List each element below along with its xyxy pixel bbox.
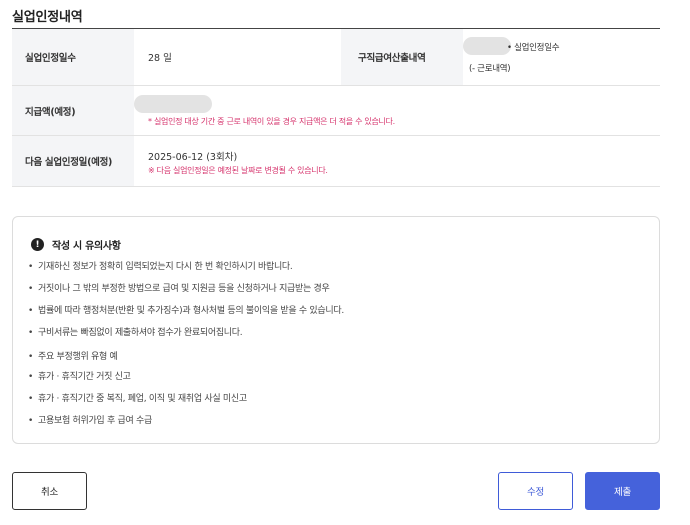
- table-row: 실업인정일수 28 일 구직급여산출내역 • 실업인정일수 (- 근로내역): [12, 29, 660, 86]
- table-row: 다음 실업인정일(예정) 2025-06-12 (3회차) ※ 다음 실업인정일…: [12, 136, 660, 187]
- table-row: 지급액(예정) * 실업인정 대상 기간 중 근로 내역이 있을 경우 지급액은…: [12, 86, 660, 136]
- next-recognition-date-value: 2025-06-12 (3회차): [148, 152, 238, 163]
- list-item: • 휴가 · 휴직기간 거짓 신고: [28, 372, 131, 382]
- payment-warning: * 실업인정 대상 기간 중 근로 내역이 있을 경우 지급액은 더 적을 수 …: [148, 117, 395, 126]
- benefit-calculation-label: 구직급여산출내역: [341, 29, 463, 85]
- submit-button[interactable]: 제출: [585, 472, 660, 510]
- next-recognition-date-label: 다음 실업인정일(예정): [12, 136, 134, 186]
- edit-button[interactable]: 수정: [498, 472, 573, 510]
- calculation-note-days: • 실업인정일수: [507, 43, 560, 53]
- notice-item-text: 고용보험 허위가입 후 급여 수급: [38, 416, 152, 426]
- unemployment-recognition-table: 실업인정일수 28 일 구직급여산출내역 • 실업인정일수 (- 근로내역) 지…: [12, 28, 660, 187]
- notice-item-text: 구비서류는 빠짐없이 제출하셔야 접수가 완료되어집니다.: [38, 328, 243, 338]
- recognition-days-value: 28 일: [148, 53, 172, 64]
- notice-title: 작성 시 유의사항: [52, 241, 121, 252]
- notice-item-text: 휴가 · 휴직기간 중 복직, 폐업, 이직 및 재취업 사실 미신고: [38, 394, 247, 404]
- notice-item-text: 휴가 · 휴직기간 거짓 신고: [38, 372, 131, 382]
- calculation-note-work: (- 근로내역): [469, 64, 511, 74]
- notice-item-text: 거짓이나 그 밖의 부정한 방법으로 급여 및 지원금 등을 신청하거나 지급받…: [38, 284, 330, 294]
- masked-amount: [463, 37, 511, 55]
- cancel-button[interactable]: 취소: [12, 472, 87, 510]
- list-item: • 구비서류는 빠짐없이 제출하셔야 접수가 완료되어집니다.: [28, 328, 243, 338]
- list-item: • 법률에 따라 행정처분(반환 및 추가징수)과 형사처벌 등의 불이익을 받을…: [28, 306, 344, 316]
- next-date-warning: ※ 다음 실업인정일은 예정된 날짜로 변경될 수 있습니다.: [148, 166, 328, 175]
- payment-amount-label: 지급액(예정): [12, 86, 134, 135]
- next-recognition-date-cell: 2025-06-12 (3회차) ※ 다음 실업인정일은 예정된 날짜로 변경될…: [134, 136, 660, 186]
- list-item: • 고용보험 허위가입 후 급여 수급: [28, 416, 152, 426]
- notice-item-text: 법률에 따라 행정처분(반환 및 추가징수)과 형사처벌 등의 불이익을 받을 …: [38, 306, 344, 316]
- benefit-calculation-cell: • 실업인정일수 (- 근로내역): [463, 29, 660, 85]
- notice-box: ! 작성 시 유의사항 • 기재하신 정보가 정확히 입력되었는지 다시 한 번 …: [12, 216, 660, 444]
- masked-payment-amount: [134, 95, 212, 113]
- recognition-days-label: 실업인정일수: [12, 29, 134, 85]
- notice-header: ! 작성 시 유의사항: [31, 237, 121, 252]
- payment-amount-cell: * 실업인정 대상 기간 중 근로 내역이 있을 경우 지급액은 더 적을 수 …: [134, 86, 660, 135]
- exclamation-circle-icon: !: [31, 238, 44, 251]
- notice-item-text: 기재하신 정보가 정확히 입력되었는지 다시 한 번 확인하시기 바랍니다.: [38, 262, 293, 272]
- notice-item-text: 주요 부정행위 유형 예: [38, 352, 118, 362]
- page-title: 실업인정내역: [12, 10, 83, 25]
- list-item: • 거짓이나 그 밖의 부정한 방법으로 급여 및 지원금 등을 신청하거나 지급…: [28, 284, 330, 294]
- list-item: • 기재하신 정보가 정확히 입력되었는지 다시 한 번 확인하시기 바랍니다.: [28, 262, 293, 272]
- list-item: • 휴가 · 휴직기간 중 복직, 폐업, 이직 및 재취업 사실 미신고: [28, 394, 247, 404]
- list-item: • 주요 부정행위 유형 예: [28, 352, 118, 362]
